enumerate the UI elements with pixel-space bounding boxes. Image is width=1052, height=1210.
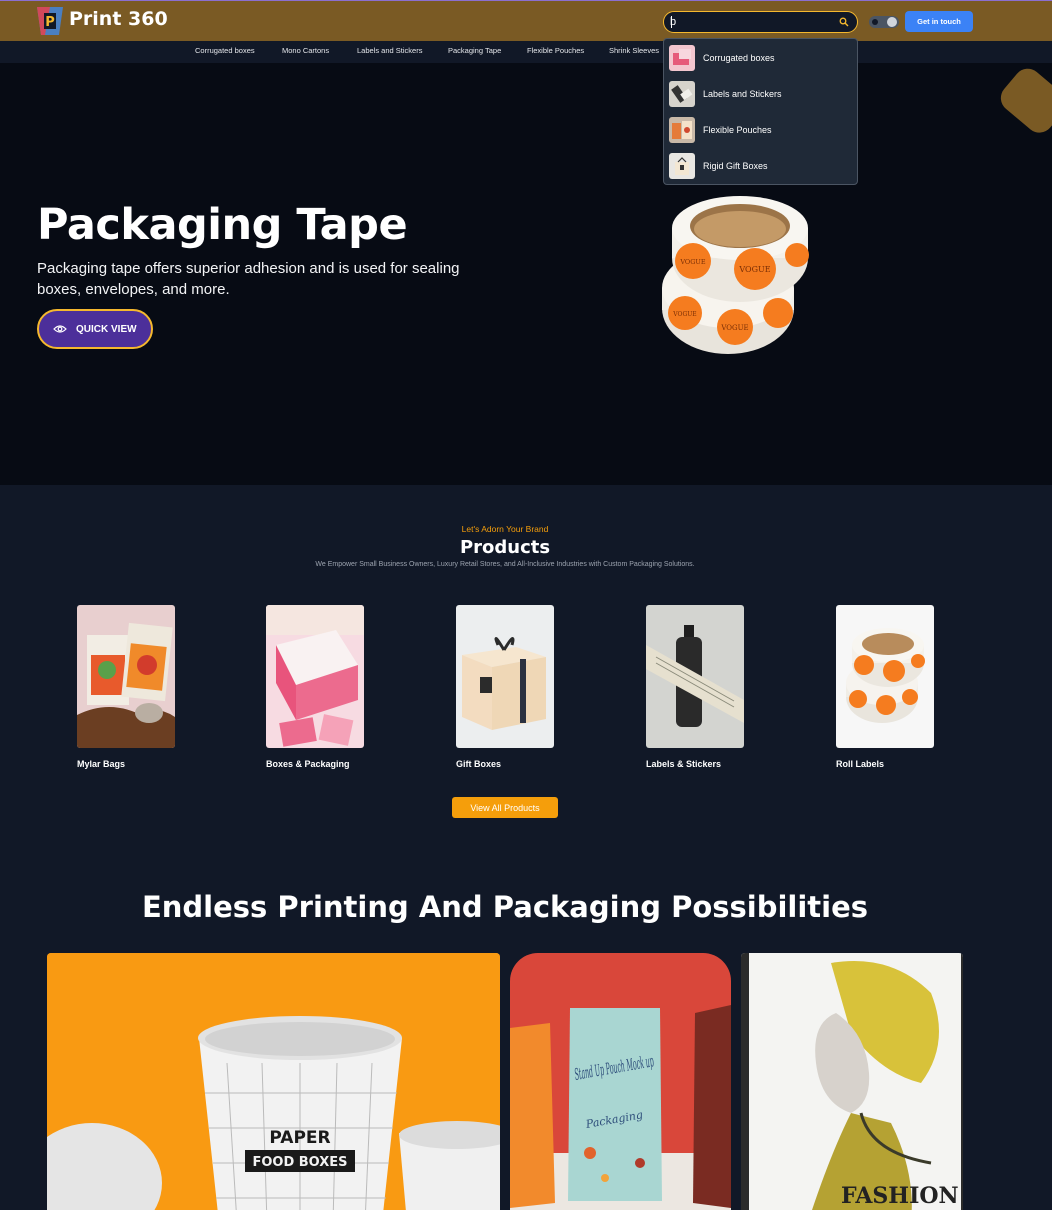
product-label[interactable]: Gift Boxes [456,759,501,769]
product-card-mylar-bags[interactable] [77,605,175,748]
view-all-products-button[interactable]: View All Products [452,797,558,818]
rigid-gift-boxes-thumbnail [669,153,695,179]
magazine-image: FASHION [741,953,963,1210]
category-nav: Corrugated boxes Mono Cartons Labels and… [0,41,1052,63]
eye-icon [53,325,67,333]
possibilities-title: Endless Printing And Packaging Possibili… [141,890,869,924]
flexible-pouches-thumbnail [669,117,695,143]
pouch-tile[interactable]: Stand Up Pouch Mock up Packaging [510,953,731,1210]
labels-stickers-thumbnail [669,81,695,107]
top-navbar: P Print 360 Get in touch [0,0,1052,41]
product-label[interactable]: Labels & Stickers [646,759,721,769]
category-link[interactable]: Mono Cartons [282,46,329,55]
product-label[interactable]: Roll Labels [836,759,884,769]
search-box[interactable] [663,11,858,33]
cup-print: FOOD BOXES [252,1155,347,1170]
product-label[interactable]: Boxes & Packaging [266,759,350,769]
mylar-bags-image [77,605,175,748]
product-card-gift-boxes[interactable] [456,605,554,748]
hero-section: Packaging Tape Packaging tape offers sup… [0,63,1052,485]
products-title: Products [459,537,551,558]
search-result-label: Corrugated boxes [703,53,775,63]
search-result-label: Flexible Pouches [703,125,772,135]
tape-print: VOGUE [672,311,696,318]
category-link[interactable]: Flexible Pouches [527,46,584,55]
product-card-roll-labels[interactable] [836,605,934,748]
category-link[interactable]: Labels and Stickers [357,46,422,55]
search-results-dropdown: Corrugated boxes Labels and Stickers Fle… [663,38,858,185]
search-input[interactable] [670,14,835,30]
corrugated-boxes-thumbnail [669,45,695,71]
paper-cup-tile[interactable]: PAPER FOOD BOXES [47,953,500,1210]
search-result-item[interactable]: Rigid Gift Boxes [669,152,852,180]
roll-labels-image [836,605,934,748]
search-icon[interactable] [838,16,850,28]
hero-title: Packaging Tape [37,200,408,250]
search-result-item[interactable]: Flexible Pouches [669,116,852,144]
packaging-tape-image: VOGUE VOGUE VOGUE VOGUE [662,196,809,354]
print360-logo[interactable]: P [37,7,63,35]
product-card-labels-stickers[interactable] [646,605,744,748]
search-result-label: Labels and Stickers [703,89,782,99]
hero-description: Packaging tape offers superior adhesion … [37,260,460,298]
search-result-item[interactable]: Corrugated boxes [669,44,852,72]
get-in-touch-button[interactable]: Get in touch [905,11,973,32]
tape-print: VOGUE [679,258,706,266]
paper-cup-image: PAPER FOOD BOXES [47,953,500,1210]
decorative-corner [995,63,1052,139]
product-label[interactable]: Mylar Bags [77,759,125,769]
cup-print: PAPER [269,1128,330,1148]
product-card-boxes-packaging[interactable] [266,605,364,748]
tape-print: VOGUE [720,324,748,332]
products-eyebrow: Let's Adorn Your Brand [461,524,549,534]
brand-name[interactable]: Print 360 [69,8,168,30]
magazine-print: FASHION [841,1183,959,1209]
category-link[interactable]: Corrugated boxes [195,46,255,55]
category-link[interactable]: Packaging Tape [448,46,501,55]
tape-print: VOGUE [738,265,770,274]
products-subtitle: We Empower Small Business Owners, Luxury… [315,561,695,568]
svg-text:P: P [45,15,55,30]
theme-toggle[interactable] [869,16,899,28]
boxes-packaging-image [266,605,364,748]
category-link[interactable]: Shrink Sleeves [609,46,659,55]
text-cursor [671,16,672,28]
quick-view-label: QUICK VIEW [76,323,137,335]
pouch-image: Stand Up Pouch Mock up Packaging [510,953,731,1210]
quick-view-button[interactable]: QUICK VIEW [37,309,153,349]
magazine-tile[interactable]: FASHION [741,953,963,1210]
gift-boxes-image [456,605,554,748]
labels-stickers-image [646,605,744,748]
moon-icon [872,19,878,25]
search-result-item[interactable]: Labels and Stickers [669,80,852,108]
toggle-knob [887,17,897,27]
search-result-label: Rigid Gift Boxes [703,161,768,171]
